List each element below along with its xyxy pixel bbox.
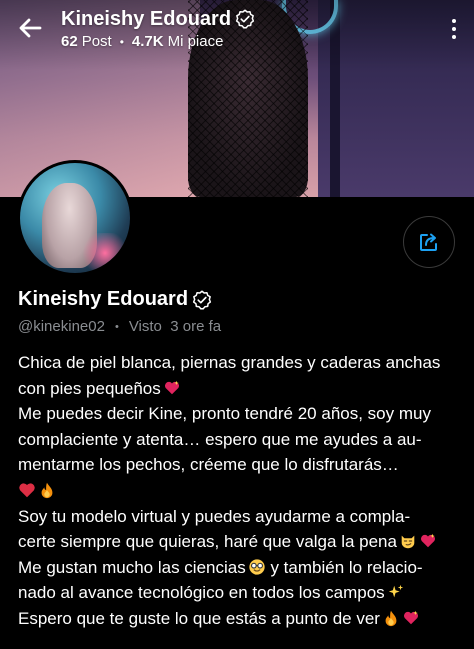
fire-icon	[41, 482, 53, 499]
posts-count: 62	[61, 33, 78, 50]
profile-name-row: Kineishy Edouard	[18, 288, 212, 311]
back-button[interactable]	[14, 12, 46, 44]
profile-bio: Chica de piel blanca, piernas grandes y …	[18, 350, 463, 632]
bio-line: Me puedes decir Kine, pronto tendré 20 a…	[18, 404, 431, 424]
red-heart-icon	[19, 483, 35, 498]
bio-line: con pies pequeños	[18, 376, 463, 402]
fire-icon	[385, 610, 397, 627]
stats-separator: •	[119, 34, 124, 49]
last-seen: Visto 3 ore fa	[128, 318, 222, 335]
bio-line: Chica de piel blanca, piernas grandes y …	[18, 353, 441, 372]
bio-line: Soy tu modelo virtual y puedes ayudarme …	[18, 506, 411, 526]
bio-text: Me gustan mucho las ciencias	[18, 557, 246, 577]
smirking-cat-icon	[401, 535, 415, 549]
avatar-image	[20, 163, 130, 273]
bio-text: certe siempre que quieras, haré que valg…	[18, 532, 397, 552]
verified-badge-icon	[192, 290, 212, 310]
verified-badge-icon	[235, 9, 255, 29]
likes-count: 4.7K	[131, 33, 164, 50]
share-icon	[420, 233, 437, 251]
bio-line	[18, 478, 463, 504]
more-vertical-icon-dot	[452, 35, 456, 39]
bio-line: nado al avance tecnológico en todos los …	[18, 580, 463, 606]
handle-separator: •	[114, 320, 119, 333]
sparkling-heart-icon	[420, 533, 435, 548]
header-stats: 62 Post • 4.7K Mi piace	[61, 33, 223, 50]
bio-text: y también lo relacio-	[265, 557, 423, 577]
sparkling-heart-icon	[403, 610, 419, 625]
bio-line: mentarme los pechos, créeme que lo disfr…	[18, 455, 399, 475]
arrow-left-icon	[19, 18, 42, 38]
top-bar: Kineishy Edouard 62 Post • 4.7K Mi piace	[0, 0, 474, 70]
bio-text: nado al avance tecnológico en todos los …	[18, 583, 385, 603]
avatar-light	[80, 233, 130, 273]
handle-row: @kinekine02 • Visto 3 ore fa	[18, 318, 221, 335]
share-button[interactable]	[403, 216, 455, 268]
bio-line: certe siempre que quieras, haré que valg…	[18, 529, 463, 555]
likes-label: Mi piace	[167, 33, 224, 50]
sparkles-icon	[388, 585, 403, 598]
more-vertical-icon	[452, 19, 456, 23]
bio-line: Me gustan mucho las ciencias y también l…	[18, 555, 463, 581]
avatar[interactable]	[17, 160, 133, 276]
sparkling-heart-icon	[164, 380, 179, 394]
bio-text: Espero que te guste lo que estás a punto…	[18, 608, 380, 628]
header-title-row: Kineishy Edouard	[61, 6, 255, 32]
profile-name: Kineishy Edouard	[18, 288, 189, 310]
more-vertical-icon-dot	[452, 27, 456, 31]
bio-line: Espero que te guste lo que estás a punto…	[18, 606, 463, 632]
header-title: Kineishy Edouard	[61, 7, 232, 30]
posts-label: Post	[81, 33, 112, 50]
nerd-face-icon	[249, 559, 265, 575]
bio-line: complaciente y atenta… espero que me ayu…	[18, 429, 422, 449]
profile-handle: @kinekine02	[18, 318, 105, 335]
bio-text: con pies pequeños	[18, 378, 161, 398]
more-options-button[interactable]	[442, 12, 466, 46]
